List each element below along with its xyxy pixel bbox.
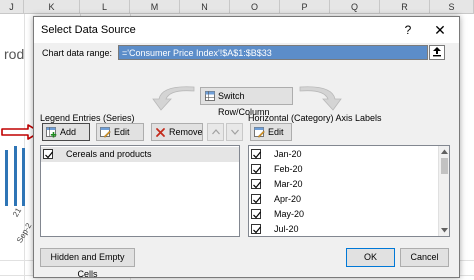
axis-label-checkbox[interactable] <box>251 149 261 159</box>
range-collapse-button[interactable] <box>429 45 445 60</box>
chart-bar <box>5 150 8 206</box>
scroll-down-icon[interactable] <box>440 227 449 234</box>
column-header-n[interactable]: N <box>180 0 230 14</box>
curved-arrow-right-icon <box>299 86 342 111</box>
column-header-m[interactable]: M <box>130 0 180 14</box>
column-header-o[interactable]: O <box>230 0 280 14</box>
checkmark-icon <box>253 181 261 189</box>
edit-axis-labels-label: Edit <box>268 127 284 137</box>
remove-x-icon <box>156 128 165 137</box>
axis-label-text: Feb-20 <box>274 164 303 174</box>
switch-row-column-button[interactable]: Switch Row/Column <box>200 87 293 117</box>
column-header-row: J K L M N O P Q R S <box>0 0 474 14</box>
axis-label-text: Jul-20 <box>274 224 299 234</box>
chevron-up-icon <box>212 129 220 135</box>
checkmark-icon <box>253 166 261 174</box>
hidden-empty-cells-button[interactable]: Hidden and Empty Cells <box>40 248 135 279</box>
axis-label-checkbox[interactable] <box>251 209 261 219</box>
list-item[interactable]: Mar-20 <box>249 177 439 192</box>
axis-label-text: Mar-20 <box>274 179 303 189</box>
collapse-dialog-icon <box>433 47 441 57</box>
add-series-label: Add <box>60 127 77 137</box>
list-item[interactable]: May-20 <box>249 207 439 222</box>
close-button[interactable]: ✕ <box>430 20 450 40</box>
chart-title-fragment: rod <box>4 46 25 62</box>
chart-bar <box>22 148 25 206</box>
list-item[interactable]: Jul-20 <box>249 222 439 237</box>
edit-series-icon <box>100 127 111 138</box>
chart-data-range-label: Chart data range: <box>42 48 113 58</box>
checkmark-icon <box>253 211 261 219</box>
column-header-q[interactable]: Q <box>330 0 380 14</box>
dialog-titlebar[interactable]: Select Data Source ? ✕ <box>34 17 459 43</box>
chevron-down-icon <box>231 129 239 135</box>
legend-entries-title: Legend Entries (Series) <box>40 113 135 123</box>
axis-label-checkbox[interactable] <box>251 224 261 234</box>
checkmark-icon <box>253 196 261 204</box>
edit-axis-icon <box>254 127 265 138</box>
scroll-thumb[interactable] <box>441 158 448 174</box>
add-series-button[interactable]: Add <box>42 123 90 141</box>
curved-arrow-left-icon <box>152 86 195 111</box>
column-header-j[interactable]: J <box>0 0 24 14</box>
axis-label-checkbox[interactable] <box>251 179 261 189</box>
dialog-title: Select Data Source <box>41 24 136 36</box>
column-header-s[interactable]: S <box>430 0 474 14</box>
checkmark-icon <box>45 151 53 159</box>
axis-labels-list[interactable]: Jan-20 Feb-20 Mar-20 Apr-20 May-20 Jul-2… <box>248 145 450 237</box>
edit-series-button[interactable]: Edit <box>96 123 144 141</box>
help-button[interactable]: ? <box>400 21 416 39</box>
move-down-button[interactable] <box>226 123 243 141</box>
legend-entries-list[interactable]: Cereals and products <box>40 145 240 237</box>
series-label: Cereals and products <box>66 149 152 159</box>
select-data-source-dialog: Select Data Source ? ✕ Chart data range:… <box>33 16 460 279</box>
edit-axis-labels-button[interactable]: Edit <box>250 123 292 141</box>
chart-tick-label: Sep-2 <box>15 221 34 245</box>
checkmark-icon <box>253 226 261 234</box>
list-item[interactable]: Feb-20 <box>249 162 439 177</box>
column-header-r[interactable]: R <box>380 0 430 14</box>
column-header-p[interactable]: P <box>280 0 330 14</box>
list-item[interactable]: Cereals and products <box>41 147 239 162</box>
axis-label-text: Jan-20 <box>274 149 302 159</box>
column-header-l[interactable]: L <box>80 0 130 14</box>
remove-series-button[interactable]: Remove <box>151 123 203 141</box>
cancel-button[interactable]: Cancel <box>400 248 449 267</box>
axis-label-checkbox[interactable] <box>251 194 261 204</box>
list-item[interactable]: Jan-20 <box>249 147 439 162</box>
ok-button[interactable]: OK <box>346 248 395 267</box>
switch-row-column-icon <box>205 91 215 101</box>
axis-list-scrollbar[interactable] <box>438 146 449 236</box>
axis-label-checkbox[interactable] <box>251 164 261 174</box>
move-up-button[interactable] <box>207 123 224 141</box>
axis-label-text: May-20 <box>274 209 305 219</box>
chart-bar <box>14 146 17 206</box>
scroll-up-icon[interactable] <box>440 148 449 155</box>
remove-series-label: Remove <box>169 127 203 137</box>
list-item[interactable]: Apr-20 <box>249 192 439 207</box>
column-header-k[interactable]: K <box>24 0 80 14</box>
axis-label-text: Apr-20 <box>274 194 302 204</box>
edit-series-label: Edit <box>114 127 130 137</box>
chart-tick-label: 21 <box>11 206 24 219</box>
add-series-icon <box>46 127 57 138</box>
checkmark-icon <box>253 151 261 159</box>
axis-labels-title: Horizontal (Category) Axis Labels <box>248 113 382 123</box>
series-checkbox[interactable] <box>43 149 53 159</box>
chart-data-range-input[interactable] <box>118 45 428 60</box>
